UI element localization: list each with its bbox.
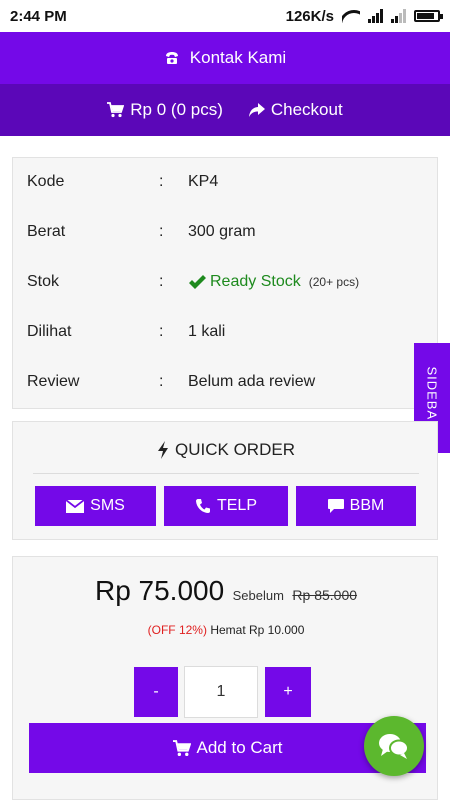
chat-bubbles-icon — [378, 732, 410, 760]
discount-badge: (OFF 12%) — [147, 623, 207, 637]
signal-icon — [368, 9, 383, 23]
divider — [33, 473, 419, 474]
battery-icon — [414, 10, 443, 22]
info-label: Berat — [27, 223, 66, 240]
phone-icon — [164, 50, 180, 66]
info-separator: : — [159, 373, 164, 390]
phone-icon — [195, 498, 211, 514]
info-label: Dilihat — [27, 323, 72, 340]
info-separator: : — [159, 323, 164, 340]
info-row-dilihat: Dilihat : 1 kali — [27, 320, 225, 344]
bolt-icon — [157, 441, 169, 459]
contact-bar[interactable]: Kontak Kami — [0, 32, 450, 84]
info-value: 300 gram — [188, 223, 256, 240]
stock-value: Ready Stock — [210, 273, 301, 290]
status-bar: 2:44 PM 126K/s — [0, 0, 450, 32]
old-price: Rp 85.000 — [292, 587, 358, 603]
current-price: Rp 75.000 — [94, 575, 225, 606]
saving-text: Hemat Rp 10.000 — [210, 623, 305, 637]
info-row-review: Review : Belum ada review — [27, 370, 315, 394]
status-time: 2:44 PM — [10, 7, 67, 25]
bbm-button[interactable]: BBM — [296, 486, 416, 526]
bbm-label: BBM — [349, 497, 385, 514]
quick-order-title: QUICK ORDER — [175, 440, 295, 459]
stock-status: Ready Stock (20+ pcs) — [188, 273, 359, 291]
plus-label: + — [283, 683, 293, 700]
info-row-berat: Berat : 300 gram — [27, 220, 256, 244]
info-row-stok: Stok : Ready Stock (20+ pcs) — [27, 270, 359, 294]
telp-button[interactable]: TELP — [164, 486, 288, 526]
chat-bubble-icon — [327, 498, 344, 514]
info-separator: : — [159, 173, 164, 190]
info-separator: : — [159, 273, 164, 290]
info-value: Belum ada review — [188, 373, 316, 390]
info-label: Review — [27, 373, 80, 390]
cart-bar: Rp 0 (0 pcs) Checkout — [0, 84, 450, 136]
envelope-icon — [66, 499, 85, 513]
info-row-kode: Kode : KP4 — [27, 170, 218, 194]
cart-summary-button[interactable]: Rp 0 (0 pcs) — [107, 100, 223, 120]
before-label: Sebelum — [232, 588, 284, 603]
quantity-increase-button[interactable]: + — [265, 667, 311, 717]
signal-icon — [391, 9, 406, 23]
cart-summary-label: Rp 0 (0 pcs) — [130, 100, 223, 119]
sms-label: SMS — [90, 497, 125, 514]
minus-label: - — [153, 683, 159, 700]
wifi-icon — [342, 9, 360, 23]
quantity-input[interactable] — [184, 666, 258, 718]
checkout-label: Checkout — [270, 100, 343, 119]
info-label: Stok — [27, 273, 60, 290]
quick-order-heading: QUICK ORDER — [13, 440, 439, 460]
product-info-panel: Kode : KP4 Berat : 300 gram Stok : Ready… — [12, 157, 438, 409]
checkout-button[interactable]: Checkout — [248, 100, 343, 120]
quick-order-panel: QUICK ORDER SMS TELP BBM — [12, 421, 438, 540]
telp-label: TELP — [216, 497, 257, 514]
price-line: Rp 75.000 Sebelum Rp 85.000 — [13, 575, 439, 607]
cart-icon — [107, 102, 125, 118]
info-value: 1 kali — [188, 323, 226, 340]
sms-button[interactable]: SMS — [35, 486, 156, 526]
network-speed: 126K/s — [285, 7, 334, 25]
info-value: KP4 — [188, 173, 219, 190]
quantity-decrease-button[interactable]: - — [134, 667, 178, 717]
info-separator: : — [159, 223, 164, 240]
stock-count: (20+ pcs) — [308, 275, 360, 289]
chat-button[interactable] — [364, 716, 424, 776]
add-to-cart-label: Add to Cart — [196, 738, 283, 757]
contact-label: Kontak Kami — [189, 48, 287, 67]
info-label: Kode — [27, 173, 65, 190]
check-icon — [188, 274, 206, 290]
discount-line: (OFF 12%) Hemat Rp 10.000 — [13, 623, 439, 637]
share-arrow-icon — [248, 103, 265, 117]
cart-icon — [172, 739, 191, 757]
